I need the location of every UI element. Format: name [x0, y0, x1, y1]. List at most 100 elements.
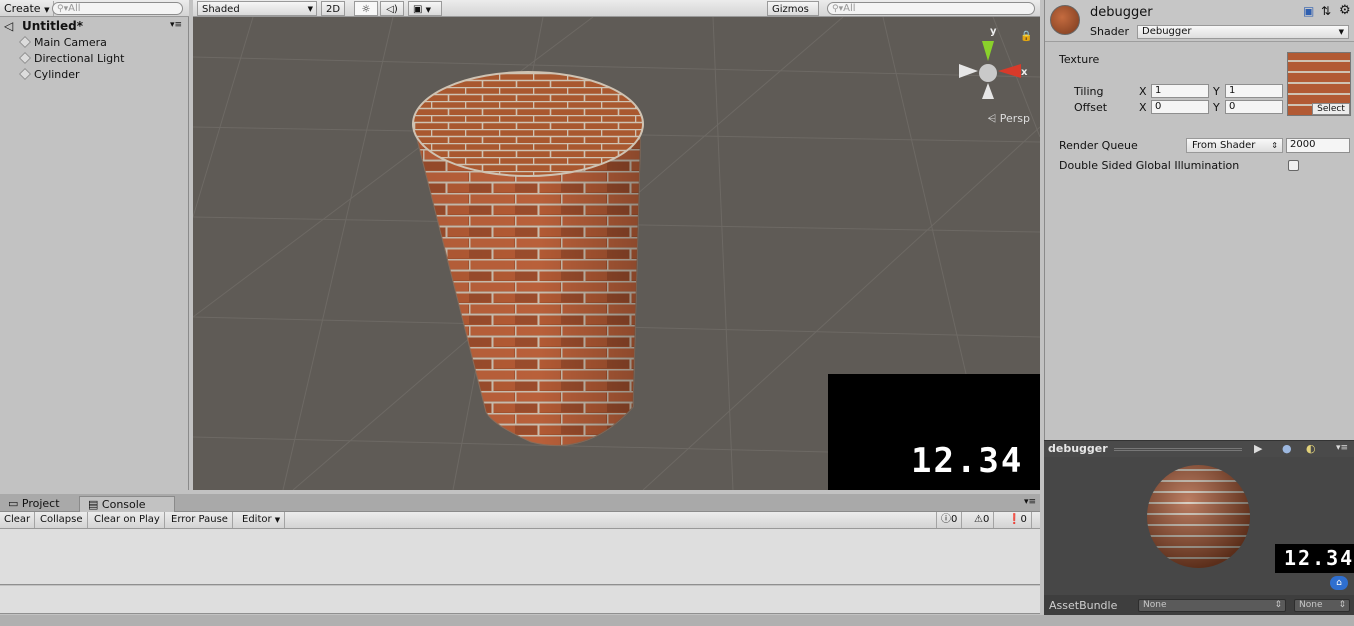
scene-menu-icon[interactable]: ▾≡: [170, 20, 182, 30]
stepper-arrows-icon: ⇕: [1338, 600, 1346, 610]
error-pause-toggle[interactable]: Error Pause: [167, 512, 233, 528]
image-icon: ▣: [413, 4, 423, 15]
material-preview[interactable]: 12.34 ⌂: [1044, 457, 1354, 595]
play-icon[interactable]: ▶: [1254, 442, 1262, 455]
console-log-list[interactable]: [0, 529, 1040, 585]
stepper-arrows-icon: ⇕: [1274, 600, 1282, 610]
folder-icon: ▭: [8, 497, 19, 510]
gizmos-dropdown[interactable]: Gizmos ▼: [767, 1, 819, 29]
error-pause-label: Error Pause: [171, 514, 228, 525]
dropdown-arrow-icon: ▼: [307, 5, 313, 13]
assetbundle-name-dropdown[interactable]: None ⇕: [1138, 599, 1286, 612]
tiling-x-label: X: [1139, 85, 1147, 98]
offset-x-value: 0: [1155, 101, 1162, 112]
audio-toggle-button[interactable]: ◁): [380, 1, 404, 16]
speaker-icon: ◁): [386, 4, 398, 15]
shading-mode-dropdown[interactable]: Shaded ▼: [197, 1, 317, 16]
texture-label: Texture: [1059, 53, 1100, 66]
clear-on-play-toggle[interactable]: Clear on Play: [90, 512, 165, 528]
tab-console[interactable]: ▤ Console: [79, 496, 175, 512]
texture-slot[interactable]: Select: [1287, 52, 1351, 116]
hierarchy-item-directional-light[interactable]: Directional Light: [18, 51, 124, 67]
scene-search-placeholder: All: [843, 3, 856, 14]
lighting-toggle-button[interactable]: ☼: [354, 1, 378, 16]
offset-y-field[interactable]: 0: [1225, 100, 1283, 114]
render-queue-field[interactable]: 2000: [1286, 138, 1350, 153]
hierarchy-search-placeholder: All: [68, 3, 81, 14]
error-icon: ❗: [1008, 514, 1021, 525]
hierarchy-panel: [0, 17, 189, 490]
light-toggle-icon[interactable]: ◐: [1306, 442, 1316, 455]
offset-label: Offset: [1074, 101, 1108, 114]
collapse-toggle[interactable]: Collapse: [36, 512, 88, 528]
tiling-label: Tiling: [1074, 85, 1104, 98]
create-dropdown[interactable]: Create ▼: [0, 1, 55, 16]
preset-icon[interactable]: ⇅: [1321, 4, 1331, 18]
editor-dropdown[interactable]: Editor ▼: [238, 512, 286, 528]
scene-render: y x 🔒: [193, 17, 1040, 490]
error-count-toggle[interactable]: ❗0: [1004, 512, 1032, 528]
preview-title: debugger: [1048, 442, 1108, 455]
tab-project-label: Project: [21, 497, 60, 510]
hierarchy-item-cylinder[interactable]: Cylinder: [18, 67, 80, 83]
scene-root-row[interactable]: ◁ Untitled* ▾≡: [0, 19, 189, 34]
unity-logo-icon: ◁: [4, 19, 14, 33]
preview-overlay-value: 12.34: [1284, 546, 1354, 570]
orientation-gizmo[interactable]: [959, 41, 1021, 99]
preview-drag-handle[interactable]: [1114, 448, 1242, 451]
2d-toggle-button[interactable]: 2D: [321, 1, 345, 16]
tiling-x-field[interactable]: 1: [1151, 84, 1209, 98]
create-label: Create: [4, 2, 41, 15]
scene-search-input[interactable]: ⚲▾All: [827, 2, 1035, 15]
2d-toggle-label: 2D: [326, 4, 341, 15]
clear-label: Clear: [4, 514, 31, 525]
panel-menu-icon[interactable]: ▾≡: [1024, 497, 1036, 507]
status-bar: [0, 615, 1354, 626]
persp-arrow-icon: ⩤: [987, 112, 1000, 125]
assetbundle-variant-dropdown[interactable]: None ⇕: [1294, 599, 1350, 612]
hierarchy-item-label: Cylinder: [34, 68, 80, 81]
shading-mode-label: Shaded: [202, 4, 240, 15]
gizmos-label: Gizmos: [772, 4, 809, 15]
panel-menu-icon[interactable]: ▾≡: [1336, 443, 1348, 453]
lock-icon[interactable]: 🔒: [1020, 30, 1032, 42]
scene-persp-label[interactable]: ⩤ Persp: [987, 112, 1030, 126]
scene-name: Untitled*: [22, 19, 83, 33]
offset-x-field[interactable]: 0: [1151, 100, 1209, 114]
warning-count-toggle[interactable]: ⚠0: [970, 512, 995, 528]
hierarchy-item-main-camera[interactable]: Main Camera: [18, 35, 107, 51]
tag-icon[interactable]: ⌂: [1330, 576, 1348, 590]
info-count-toggle[interactable]: ⓘ0: [936, 512, 963, 528]
preview-header: debugger ▶ ● ◐ ▾≡: [1044, 440, 1354, 457]
assetbundle-label: AssetBundle: [1049, 599, 1118, 612]
sphere-mesh-icon[interactable]: ●: [1282, 442, 1292, 455]
console-tab-bar: ▭ Project ▤ Console ▾≡: [0, 494, 1040, 512]
assetbundle-name-value: None: [1143, 600, 1167, 610]
gear-icon[interactable]: ⚙: [1339, 3, 1351, 18]
shader-dropdown[interactable]: Debugger ▼: [1137, 25, 1349, 39]
scene-viewport[interactable]: y x 🔒 ⩤ Persp 12.34: [193, 17, 1040, 490]
axis-y-label: y: [990, 26, 997, 37]
double-sided-gi-checkbox[interactable]: [1288, 160, 1299, 171]
clear-button[interactable]: Clear: [0, 512, 36, 528]
tab-project[interactable]: ▭ Project: [0, 496, 68, 512]
console-detail-pane[interactable]: [0, 586, 1040, 614]
gameobject-icon: [18, 35, 32, 49]
material-name: debugger: [1090, 5, 1153, 20]
help-book-icon[interactable]: ▣: [1303, 4, 1314, 18]
material-header: debugger ▣ ⇅ ⚙ Shader Debugger ▼: [1045, 0, 1354, 42]
scene-overlay-value: 12.34: [911, 441, 1024, 481]
gameobject-icon: [18, 51, 32, 65]
tiling-y-field[interactable]: 1: [1225, 84, 1283, 98]
inspector-panel: debugger ▣ ⇅ ⚙ Shader Debugger ▼ Texture…: [1044, 0, 1354, 440]
hierarchy-search-input[interactable]: ⚲▾All: [52, 2, 183, 15]
console-icon: ▤: [88, 498, 99, 511]
texture-select-button[interactable]: Select: [1312, 103, 1350, 115]
effects-toggle-button[interactable]: ▣ ▼: [408, 1, 442, 16]
tiling-y-label: Y: [1213, 85, 1220, 98]
tiling-y-value: 1: [1229, 85, 1236, 96]
render-queue-value: 2000: [1290, 139, 1316, 150]
editor-label: Editor: [242, 514, 272, 525]
material-thumbnail: [1050, 5, 1080, 35]
render-queue-dropdown[interactable]: From Shader ⇕: [1186, 138, 1283, 153]
